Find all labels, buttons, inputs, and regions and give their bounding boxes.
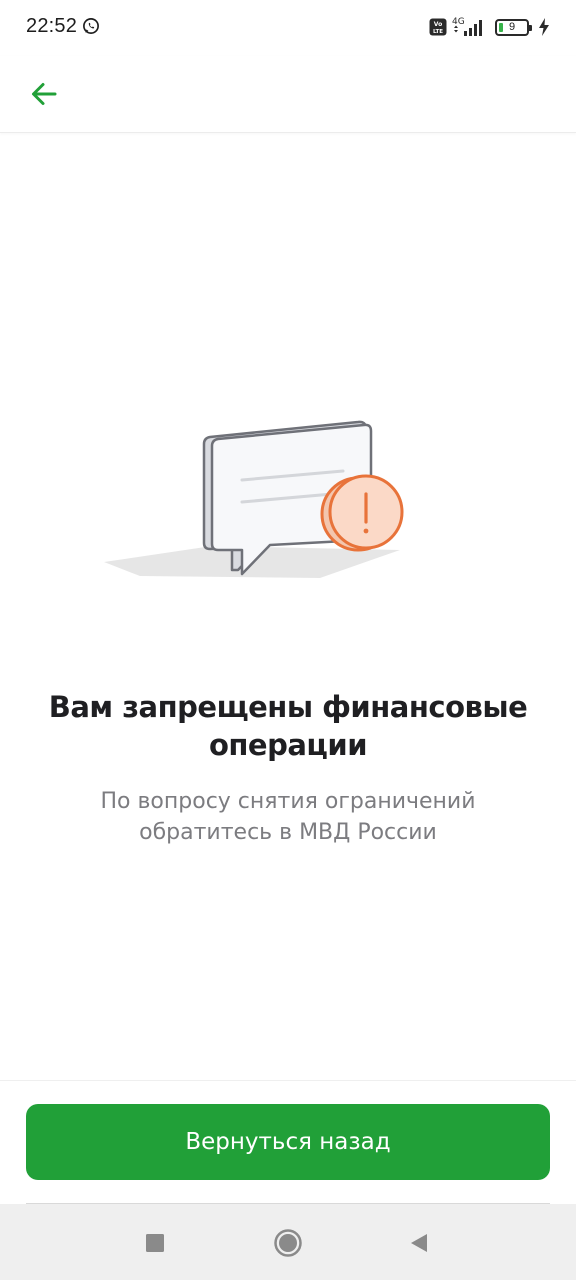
- status-icons: Vo LTE 4G 9: [429, 16, 550, 38]
- charging-icon: [539, 18, 549, 36]
- signal-icon: 4G: [452, 17, 482, 36]
- error-subtitle: По вопросу снятия ограничений обратитесь…: [100, 789, 476, 845]
- battery-icon: 9: [495, 18, 532, 36]
- svg-text:LTE: LTE: [433, 29, 443, 35]
- back-button[interactable]: [20, 70, 68, 118]
- whatsapp-icon: [83, 18, 99, 34]
- blocked-message-illustration: [104, 420, 404, 578]
- arrow-left-icon: [32, 83, 57, 105]
- return-back-button-label: Вернуться назад: [185, 1129, 391, 1155]
- system-nav-bar: [0, 1204, 576, 1280]
- recents-button[interactable]: [140, 1228, 170, 1258]
- nav-back-button[interactable]: [404, 1228, 434, 1258]
- status-time: 22:52: [26, 15, 78, 37]
- square-icon: [146, 1234, 164, 1252]
- exclamation-dot: [363, 528, 369, 534]
- volte-icon: Vo LTE: [429, 18, 447, 36]
- bottom-divider: [0, 1080, 576, 1081]
- error-title: Вам запрещены финансовые операции: [48, 690, 528, 762]
- screen: 22:52 Vo LTE 4G 9 Вам запрещены финансов…: [0, 0, 576, 1280]
- app-bar: [0, 56, 576, 133]
- triangle-back-icon: [411, 1234, 427, 1252]
- return-back-button[interactable]: Вернуться назад: [26, 1104, 550, 1180]
- svg-text:Vo: Vo: [434, 21, 442, 28]
- status-bar: 22:52 Vo LTE 4G 9: [0, 0, 576, 56]
- network-label: 4G: [452, 17, 465, 27]
- home-button[interactable]: [273, 1228, 303, 1258]
- circle-icon: [274, 1229, 302, 1257]
- battery-level: 9: [508, 20, 516, 33]
